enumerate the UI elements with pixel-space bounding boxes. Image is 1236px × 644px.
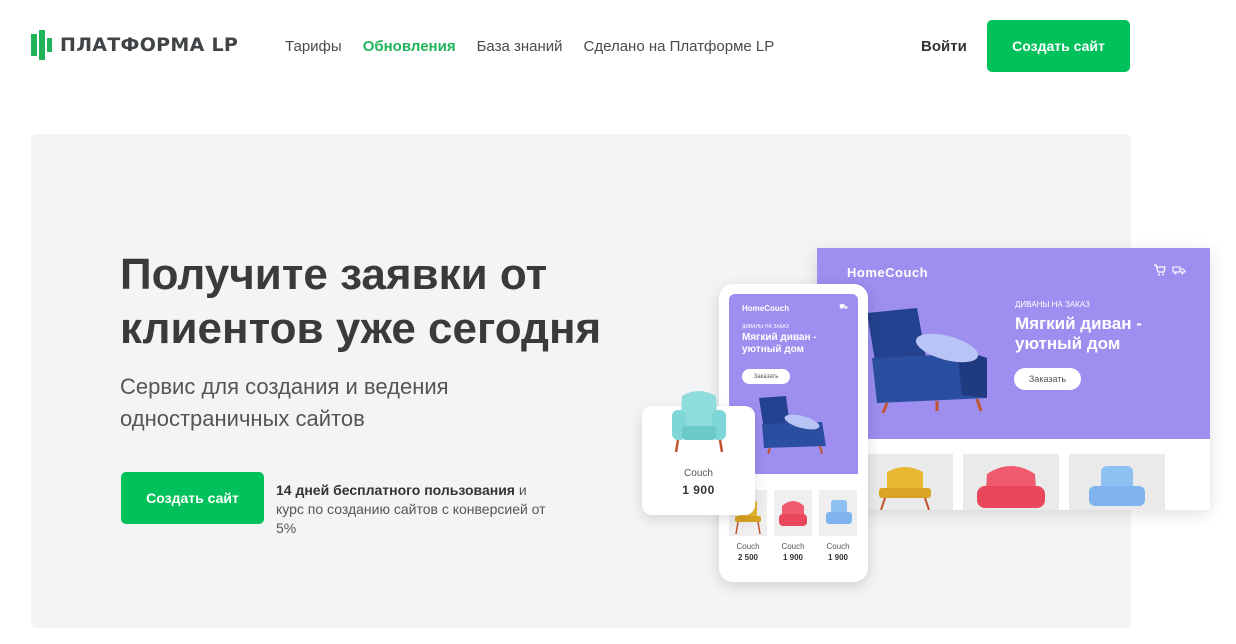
desktop-mockup-kicker: ДИВАНЫ НА ЗАКАЗ xyxy=(1015,300,1090,309)
product-name: Couch xyxy=(684,468,713,479)
sofa-illustration xyxy=(759,396,826,455)
product-thumb xyxy=(963,454,1059,510)
armchair-icon xyxy=(1089,466,1145,506)
desktop-mockup-product-thumbs xyxy=(857,454,1165,510)
desktop-mockup-brand: HomeCouch xyxy=(847,265,929,280)
hero-note: 14 дней бесплатного пользования и курс п… xyxy=(276,481,556,538)
nav-item-showcase[interactable]: Сделано на Платформе LP xyxy=(584,38,775,55)
hero-subtitle: Сервис для создания и ведения однострани… xyxy=(120,374,449,431)
header-create-site-button[interactable]: Создать сайт xyxy=(987,20,1130,72)
nav-item-tariffs[interactable]: Тарифы xyxy=(285,38,342,55)
product-card: Couch 1 900 xyxy=(774,490,812,562)
login-link[interactable]: Войти xyxy=(921,38,967,55)
product-name: Couch xyxy=(826,542,850,551)
cart-icon: ⛟ xyxy=(839,304,848,311)
desktop-mockup-title: Мягкий диван - уютный дом xyxy=(1015,314,1142,353)
product-price: 1 900 xyxy=(782,553,804,562)
phone-mockup-brand: HomeCouch xyxy=(742,304,790,313)
armchair-icon xyxy=(879,467,931,510)
logo-text: ПЛАТФОРМА LP xyxy=(60,34,239,56)
armchair-icon xyxy=(826,500,852,524)
desktop-mockup-order-button: Заказать xyxy=(1014,368,1081,390)
armchair-icon xyxy=(779,501,807,526)
product-name: Couch xyxy=(781,542,805,551)
main-nav: Тарифы Обновления База знаний Сделано на… xyxy=(285,38,774,55)
product-card: Couch 1 900 xyxy=(819,490,857,562)
phone-mockup-order-button: Заказать xyxy=(742,369,790,384)
product-price: 1 900 xyxy=(827,553,849,562)
product-name: Couch xyxy=(736,542,760,551)
cart-icon xyxy=(1154,264,1166,276)
armchair-icon xyxy=(977,466,1045,508)
desktop-mockup: HomeCouch ДИВАНЫ НА ЗАКАЗ Мягкий диван -… xyxy=(817,248,1210,510)
sofa-illustration xyxy=(867,308,987,413)
logo[interactable]: ПЛАТФОРМА LP xyxy=(31,30,238,60)
product-thumb xyxy=(1069,454,1165,510)
product-price: 1 900 xyxy=(682,483,715,497)
phone-mockup-kicker: ДИВАНЫ НА ЗАКАЗ xyxy=(742,324,789,330)
product-thumb xyxy=(857,454,953,510)
hero-note-bold: 14 дней бесплатного пользования xyxy=(276,482,515,498)
hero-create-site-button[interactable]: Создать сайт xyxy=(121,472,264,524)
product-price: 2 500 xyxy=(737,553,759,562)
hero-title: Получите заявки от клиентов уже сегодня xyxy=(120,250,602,353)
phone-mockup-title: Мягкий диван - уютный дом xyxy=(742,332,817,355)
floating-product-card: Couch 1 900 xyxy=(642,391,755,515)
armchair-icon xyxy=(672,391,726,453)
desktop-mockup-banner: HomeCouch ДИВАНЫ НА ЗАКАЗ Мягкий диван -… xyxy=(817,248,1210,439)
nav-item-updates[interactable]: Обновления xyxy=(363,38,456,55)
truck-icon xyxy=(1172,266,1186,275)
logo-icon xyxy=(31,30,52,60)
nav-item-knowledge-base[interactable]: База знаний xyxy=(477,38,563,55)
